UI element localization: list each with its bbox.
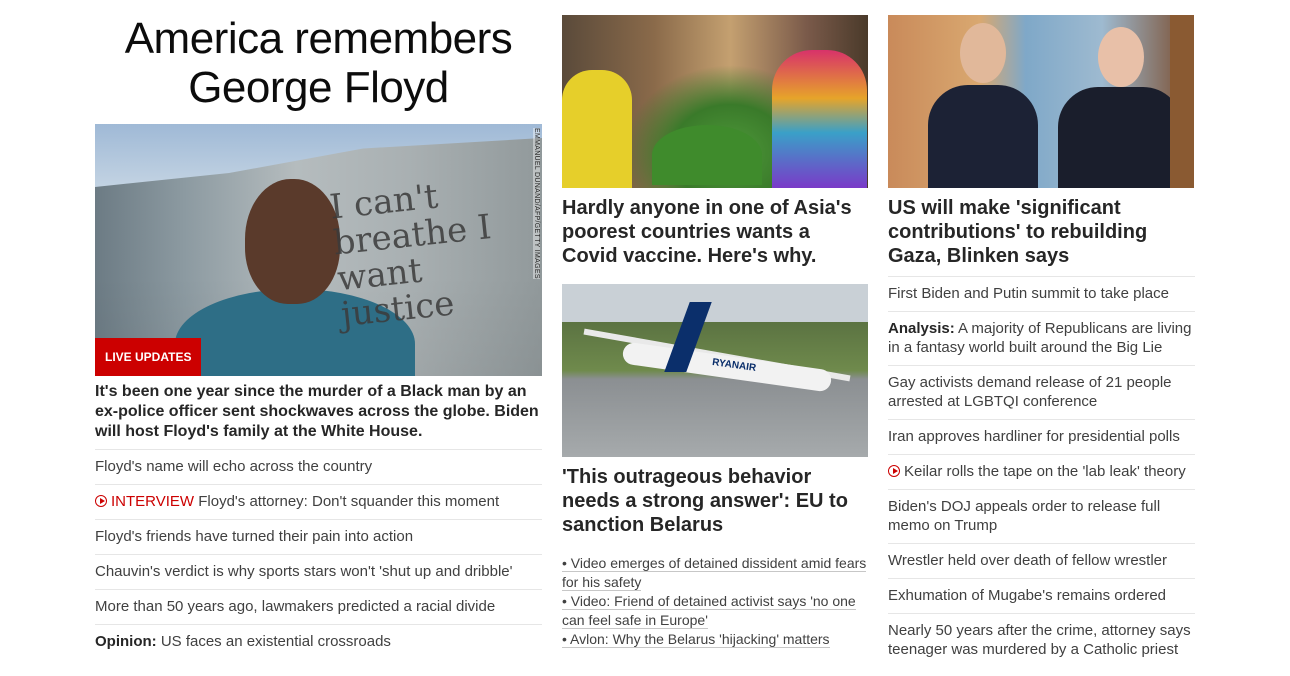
- list-item[interactable]: INTERVIEW Floyd's attorney: Don't squand…: [95, 484, 542, 519]
- headline-link[interactable]: Keilar rolls the tape on the 'lab leak' …: [904, 463, 1186, 480]
- related-link[interactable]: • Video: Friend of detained activist say…: [562, 593, 856, 629]
- belarus-story-image[interactable]: RYANAIR: [562, 284, 868, 457]
- related-link[interactable]: More than 50 years ago, lawmakers predic…: [95, 598, 495, 615]
- hero-headline-link[interactable]: America remembers George Floyd: [95, 14, 542, 112]
- interview-label[interactable]: INTERVIEW: [111, 493, 194, 510]
- live-updates-badge[interactable]: LIVE UPDATES: [95, 338, 202, 376]
- background-panel: [1170, 15, 1194, 188]
- right-column: US will make 'significant contributions'…: [888, 15, 1195, 667]
- belarus-story-headline: 'This outrageous behavior needs a strong…: [562, 466, 848, 536]
- person-left-head: [960, 23, 1006, 83]
- headline-link[interactable]: Wrestler held over death of fellow wrest…: [888, 552, 1167, 569]
- related-link[interactable]: Chauvin's verdict is why sports stars wo…: [95, 563, 512, 580]
- market-person-right: [772, 50, 867, 188]
- list-item[interactable]: Floyd's friends have turned their pain i…: [95, 519, 542, 554]
- list-item[interactable]: • Video emerges of detained dissident am…: [562, 554, 868, 592]
- list-item[interactable]: First Biden and Putin summit to take pla…: [888, 276, 1195, 311]
- list-item[interactable]: • Video: Friend of detained activist say…: [562, 592, 868, 630]
- vaccine-story-headline: Hardly anyone in one of Asia's poorest c…: [562, 197, 852, 267]
- related-link[interactable]: • Avlon: Why the Belarus 'hijacking' mat…: [562, 631, 830, 648]
- person-left-suit: [928, 85, 1038, 188]
- gaza-story-link[interactable]: US will make 'significant contributions'…: [888, 196, 1195, 268]
- hero-description-link[interactable]: It's been one year since the murder of a…: [95, 382, 542, 442]
- list-item[interactable]: • Avlon: Why the Belarus 'hijacking' mat…: [562, 630, 868, 649]
- gaza-story-image[interactable]: [888, 15, 1194, 188]
- related-link[interactable]: US faces an existential crossroads: [161, 633, 391, 650]
- headline-link[interactable]: First Biden and Putin summit to take pla…: [888, 285, 1169, 302]
- list-item[interactable]: Iran approves hardliner for presidential…: [888, 419, 1195, 454]
- list-item[interactable]: More than 50 years ago, lawmakers predic…: [95, 589, 542, 624]
- play-icon: [888, 465, 900, 477]
- person-right-suit: [1058, 87, 1183, 188]
- list-item[interactable]: Biden's DOJ appeals order to release ful…: [888, 489, 1195, 543]
- related-link[interactable]: Floyd's attorney: Don't squander this mo…: [198, 493, 499, 510]
- list-item[interactable]: Nearly 50 years after the crime, attorne…: [888, 613, 1195, 667]
- image-credit: EMMANUEL DUNAND/AFP/GETTY IMAGES: [533, 128, 540, 279]
- belarus-story-link[interactable]: 'This outrageous behavior needs a strong…: [562, 465, 868, 537]
- mural-graffiti: I can't breathe I want justice: [327, 176, 494, 336]
- person-right-head: [1098, 27, 1144, 87]
- market-vegetables: [652, 125, 762, 185]
- headline-list: First Biden and Putin summit to take pla…: [888, 276, 1195, 667]
- list-item[interactable]: Wrestler held over death of fellow wrest…: [888, 543, 1195, 578]
- headline-link[interactable]: Iran approves hardliner for presidential…: [888, 428, 1180, 445]
- list-item[interactable]: Chauvin's verdict is why sports stars wo…: [95, 554, 542, 589]
- list-item[interactable]: Gay activists demand release of 21 peopl…: [888, 365, 1195, 419]
- headline-link[interactable]: Exhumation of Mugabe's remains ordered: [888, 587, 1166, 604]
- hero-image[interactable]: I can't breathe I want justice EMMANUEL …: [95, 124, 542, 376]
- middle-column: Hardly anyone in one of Asia's poorest c…: [562, 15, 868, 649]
- hero-description: It's been one year since the murder of a…: [95, 383, 539, 440]
- list-item[interactable]: Floyd's name will echo across the countr…: [95, 449, 542, 484]
- analysis-label: Analysis:: [888, 320, 955, 337]
- headline-link[interactable]: Nearly 50 years after the crime, attorne…: [888, 622, 1191, 658]
- vaccine-story-image[interactable]: [562, 15, 868, 188]
- headline-link[interactable]: Gay activists demand release of 21 peopl…: [888, 374, 1172, 410]
- related-link[interactable]: Floyd's name will echo across the countr…: [95, 458, 372, 475]
- belarus-related-list: • Video emerges of detained dissident am…: [562, 554, 868, 649]
- headline-link[interactable]: Biden's DOJ appeals order to release ful…: [888, 498, 1160, 534]
- list-item[interactable]: Analysis: A majority of Republicans are …: [888, 311, 1195, 365]
- vaccine-story-link[interactable]: Hardly anyone in one of Asia's poorest c…: [562, 196, 868, 268]
- market-person-left: [562, 70, 632, 188]
- hero-headline: America remembers George Floyd: [124, 14, 513, 112]
- related-link[interactable]: • Video emerges of detained dissident am…: [562, 555, 867, 591]
- mural-figure-face: [245, 179, 340, 304]
- top-story-column: America remembers George Floyd I can't b…: [95, 14, 542, 659]
- related-link[interactable]: Floyd's friends have turned their pain i…: [95, 528, 413, 545]
- gaza-story-headline: US will make 'significant contributions'…: [888, 197, 1148, 267]
- list-item[interactable]: Exhumation of Mugabe's remains ordered: [888, 578, 1195, 613]
- list-item[interactable]: Keilar rolls the tape on the 'lab leak' …: [888, 454, 1195, 489]
- play-icon: [95, 495, 107, 507]
- related-links-list: Floyd's name will echo across the countr…: [95, 449, 542, 659]
- list-item[interactable]: Opinion: US faces an existential crossro…: [95, 624, 542, 659]
- opinion-label: Opinion:: [95, 633, 157, 650]
